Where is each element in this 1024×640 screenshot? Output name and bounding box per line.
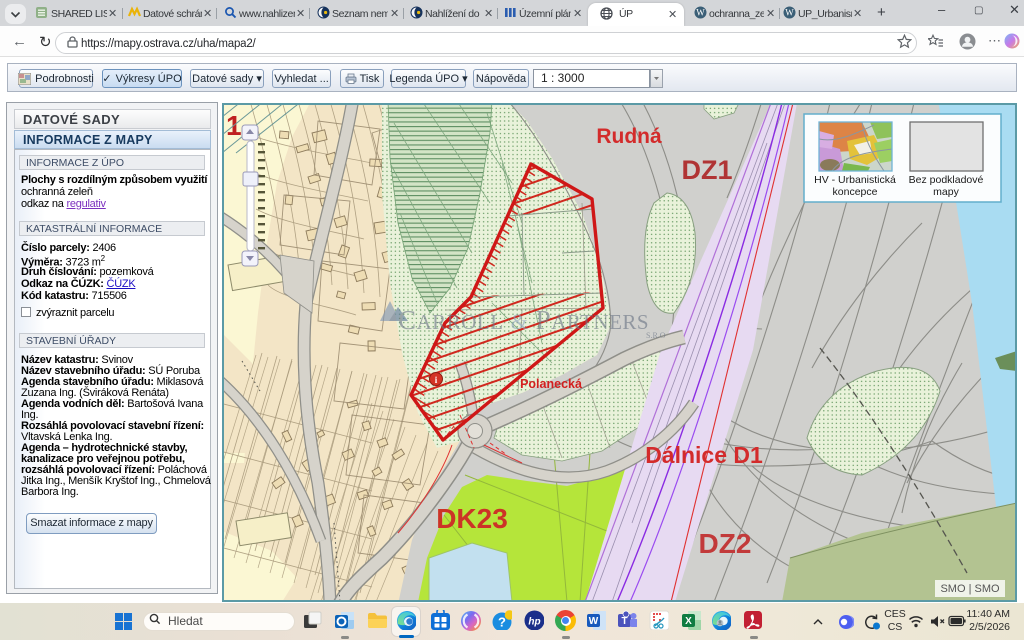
svg-text:hp: hp	[528, 617, 540, 628]
svg-text:Rudná: Rudná	[596, 125, 662, 148]
svg-text:DK23: DK23	[436, 503, 508, 534]
svg-text:W: W	[785, 8, 794, 18]
svg-text:koncepce: koncepce	[833, 186, 878, 198]
svg-text:X: X	[685, 616, 692, 627]
svg-text:CARROLL & PARTNERS: CARROLL & PARTNERS	[398, 305, 649, 335]
svg-text:SMO | SMO: SMO | SMO	[940, 583, 1000, 595]
svg-text:HV - Urbanistická: HV - Urbanistická	[814, 174, 896, 186]
svg-text:Bez podkladové: Bez podkladové	[909, 174, 984, 186]
svg-text:mapy: mapy	[933, 186, 959, 198]
svg-text:Dálnice D1: Dálnice D1	[645, 442, 763, 468]
svg-text:DZ2: DZ2	[699, 528, 752, 559]
svg-text:T: T	[621, 616, 627, 627]
svg-text:W: W	[589, 616, 599, 627]
svg-text:Polanecká: Polanecká	[520, 377, 582, 391]
svg-text:DZ1: DZ1	[681, 155, 732, 185]
svg-text:W: W	[696, 8, 705, 18]
svg-text:?: ?	[498, 615, 506, 630]
svg-text:S.R.O: S.R.O	[646, 331, 666, 340]
